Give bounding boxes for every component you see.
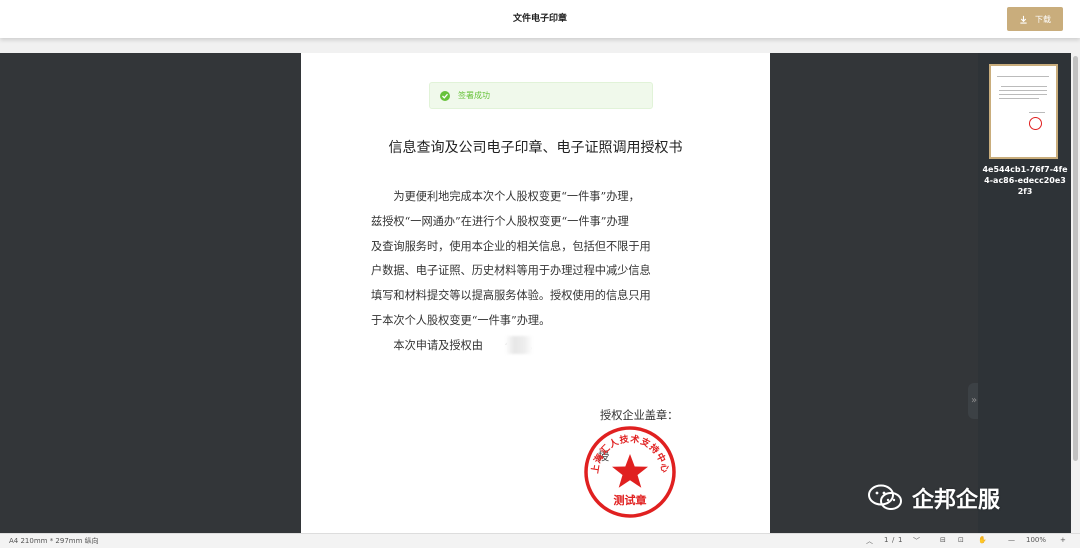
company-seal-stamp: 上海汇人技术支持中心 测试章 (584, 426, 676, 518)
svg-text:测试章: 测试章 (614, 493, 647, 507)
body-line: 户数据、电子证照、历史材料等用于办理过程中减少信息 (371, 264, 651, 278)
header-gap (0, 38, 1080, 53)
current-page[interactable]: 1 (884, 536, 888, 544)
success-toast: 签署成功 (429, 82, 653, 109)
download-button[interactable]: 下载 (1007, 7, 1063, 31)
watermark-text: 企邦企服 (912, 488, 1001, 513)
page-title: 文件电子印章 (512, 14, 567, 24)
toast-message: 签署成功 (458, 91, 490, 100)
page-thumbnail[interactable] (989, 64, 1058, 159)
prev-page-icon[interactable]: ︿ (866, 536, 873, 546)
zoom-in-icon[interactable]: + (1060, 536, 1066, 544)
body-line: 为更便利地完成本次个人股权变更“一件事”办理， (371, 190, 640, 203)
paper-size-label: A4 210mm * 297mm 纵向 (9, 537, 99, 545)
hand-tool-icon[interactable]: ✋ (978, 536, 987, 544)
sign-label: 授权企业盖章： (600, 409, 679, 422)
fit-page-icon[interactable]: ⊡ (958, 536, 964, 544)
body-line: 于本次个人股权变更“一件事”办理。 (371, 313, 551, 327)
document-title: 信息查询及公司电子印章、电子证照调用授权书 (388, 140, 683, 156)
zoom-level[interactable]: 100% (1026, 536, 1046, 544)
fit-width-icon[interactable]: ⊟ (940, 536, 946, 544)
download-label: 下载 (1035, 14, 1051, 24)
success-check-icon (440, 90, 450, 101)
download-icon (1020, 15, 1027, 24)
thumbnail-seal-icon (1029, 117, 1042, 130)
body-line: 兹授权“一网通办”在进行个人股权变更“一件事”办理 (371, 214, 629, 228)
document-viewer[interactable]: 签署成功 信息查询及公司电子印章、电子证照调用授权书 为更便利地完成本次个人股权… (0, 53, 980, 533)
document-page: 签署成功 信息查询及公司电子印章、电子证照调用授权书 为更便利地完成本次个人股权… (301, 53, 770, 533)
body-line: 本次申请及授权由 代办。 (371, 338, 539, 352)
status-bar: A4 210mm * 297mm 纵向 ︿ 1 / 1 ﹀ ⊟ ⊡ ✋ — 10… (0, 533, 1080, 548)
thumbnail-filename: 4e544cb1-76f7-4fe4-ac86-edecc20e32f3 (982, 165, 1068, 196)
vertical-scrollbar[interactable] (1071, 53, 1080, 533)
top-header: 文件电子印章 下载 (0, 0, 1080, 38)
redacted-name (505, 336, 533, 354)
next-page-icon[interactable]: ﹀ (913, 536, 920, 546)
thumbnail-sidebar: 4e544cb1-76f7-4fe4-ac86-edecc20e32f3 (978, 53, 1071, 533)
body-line: 填写和材料提交等以提高服务体验。授权使用的信息只用 (371, 289, 651, 303)
wechat-icon (868, 484, 902, 510)
scrollbar-thumb[interactable] (1073, 56, 1078, 461)
watermark: 企邦企服 (868, 478, 1048, 518)
total-pages: 1 (898, 536, 903, 544)
document-body: 为更便利地完成本次个人股权变更“一件事”办理， 兹授权“一网通办”在进行个人股权… (371, 185, 699, 359)
body-line: 及查询服务时，使用本企业的相关信息，包括但不限于用 (371, 239, 651, 253)
zoom-out-icon[interactable]: — (1008, 536, 1015, 544)
page-separator: / (892, 536, 895, 544)
